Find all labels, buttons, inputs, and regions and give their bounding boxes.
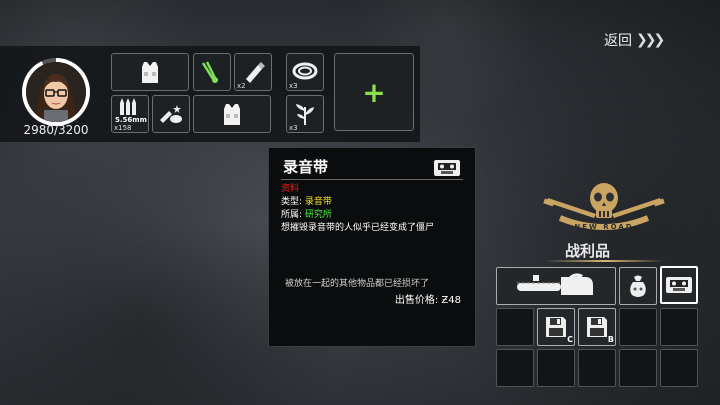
bullets-icon (120, 98, 136, 115)
rope-slot[interactable]: x3 (286, 53, 324, 91)
type-value: 录音带 (304, 197, 332, 207)
disk-tag-b: B (607, 335, 614, 344)
emblem-text: NEW ROAD (574, 223, 633, 231)
hp-counter: 2980/3200 (23, 123, 89, 137)
item-detail-panel: 录音带 资料 类型: 录音带 所属: 研究所 想摧毁录音带的人似乎已经变成了僵尸… (268, 147, 476, 347)
pouch-icon (630, 275, 646, 297)
body-armor-slot[interactable] (111, 53, 189, 91)
item-note: 被放在一起的其他物品都已经损坏了 (285, 279, 430, 289)
type-label: 类型: (281, 197, 303, 207)
cassette-tape-icon (666, 277, 692, 293)
vest-icon (142, 62, 158, 83)
item-description: 想摧毁录音带的人似乎已经变成了僵尸 (281, 223, 435, 233)
type-row: 类型: 录音带 (281, 196, 434, 209)
herb-count: x3 (289, 124, 298, 132)
title-divider (281, 179, 463, 180)
floppy-disk-icon (546, 317, 566, 337)
tweezers-slot[interactable] (193, 53, 231, 91)
floppy-disk-c-slot[interactable]: C (537, 308, 575, 346)
ammo-count: x158 (114, 124, 132, 132)
chainsaw-icon (517, 273, 593, 295)
repair-kit-icon (160, 105, 182, 123)
back-button[interactable]: 返回 ❯❯❯ (604, 30, 665, 50)
armor-slot-2[interactable] (193, 95, 271, 133)
add-slot-button[interactable]: + (334, 53, 414, 131)
loot-slot-empty[interactable] (537, 349, 575, 387)
cassette-slot-selected[interactable] (660, 266, 698, 304)
cassette-tape-icon (434, 160, 460, 176)
loot-slot-empty[interactable] (660, 349, 698, 387)
pouch-slot[interactable] (619, 267, 657, 305)
disk-tag-c: C (567, 335, 573, 344)
loot-slot-empty[interactable] (496, 349, 534, 387)
plus-icon: + (362, 75, 386, 109)
tweezers-icon (201, 61, 218, 83)
loot-slot-empty[interactable] (660, 308, 698, 346)
loot-slot-empty[interactable] (619, 349, 657, 387)
item-details: 资料 类型: 录音带 所属: 研究所 想摧毁录音带的人似乎已经变成了僵尸 (281, 183, 434, 235)
back-label: 返回 (604, 33, 632, 49)
loot-underline (545, 260, 665, 262)
section-label: 资料 (281, 184, 300, 194)
ammo-slot[interactable]: 5.56mm x158 (111, 95, 149, 133)
avatar-portrait (26, 62, 86, 122)
player-avatar[interactable] (22, 58, 90, 126)
loot-slot-empty[interactable] (496, 308, 534, 346)
price-value: Ƶ48 (441, 295, 461, 306)
bandage-slot[interactable]: x2 (234, 53, 272, 91)
vest-icon (224, 104, 240, 125)
belong-value: 研究所 (304, 210, 332, 220)
herb-slot[interactable]: x3 (286, 95, 324, 133)
belong-row: 所属: 研究所 (281, 209, 434, 222)
floppy-disk-icon (587, 317, 607, 337)
rope-count: x3 (289, 82, 298, 90)
tool-slot[interactable] (152, 95, 190, 133)
loot-slot-empty[interactable] (578, 349, 616, 387)
belong-label: 所属: (281, 210, 303, 220)
chainsaw-slot[interactable] (496, 267, 616, 305)
loot-title: 战利品 (565, 242, 611, 260)
rope-icon (292, 62, 318, 80)
floppy-disk-b-slot[interactable]: B (578, 308, 616, 346)
chevron-right-icon: ❯❯❯ (636, 32, 665, 48)
item-title: 录音带 (283, 158, 329, 176)
sell-price: 出售价格: Ƶ48 (395, 291, 461, 306)
loot-slot-empty[interactable] (619, 308, 657, 346)
price-label: 出售价格: (394, 295, 439, 306)
skull-crossed-guns-emblem: NEW ROAD (543, 183, 665, 231)
bandage-count: x2 (237, 82, 246, 90)
ammo-caliber: 5.56mm (115, 116, 147, 124)
